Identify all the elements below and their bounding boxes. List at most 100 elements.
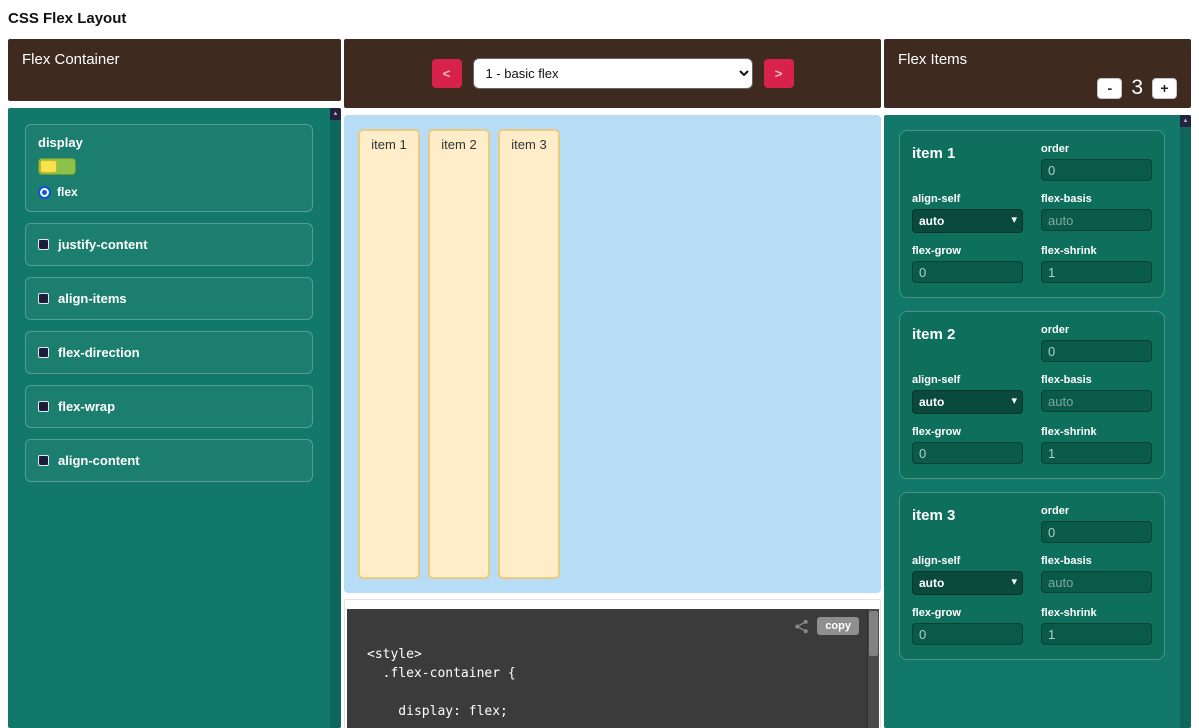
flex-container-panel: Flex Container display flex justify-cont… xyxy=(8,39,341,728)
flex-direction-label: flex-direction xyxy=(58,345,140,360)
copy-button[interactable]: copy xyxy=(817,617,859,635)
item-count-controls: - 3 + xyxy=(1097,76,1177,100)
preview-panel: < 1 - basic flex > item 1 item 2 item 3 … xyxy=(344,39,881,728)
order-label: order xyxy=(1041,324,1152,336)
flex-shrink-label: flex-shrink xyxy=(1041,426,1152,438)
flex-container-header: Flex Container xyxy=(8,39,341,101)
align-self-label: align-self xyxy=(912,555,1023,567)
flex-container-title: Flex Container xyxy=(22,51,120,68)
flex-wrap-label: flex-wrap xyxy=(58,399,115,414)
item-name: item 3 xyxy=(912,507,1023,543)
flex-preview: item 1 item 2 item 3 xyxy=(344,115,881,593)
align-content-checkbox[interactable] xyxy=(38,455,49,466)
item-name: item 2 xyxy=(912,326,1023,362)
flex-basis-label: flex-basis xyxy=(1041,193,1152,205)
flex-items-title: Flex Items xyxy=(898,51,1177,68)
flex-basis-field: flex-basis xyxy=(1041,555,1152,595)
scroll-up-icon: ▲ xyxy=(1180,115,1191,127)
align-self-label: align-self xyxy=(912,193,1023,205)
align-content-label: align-content xyxy=(58,453,140,468)
item-card-3: item 3 order align-self auto xyxy=(899,492,1165,660)
share-icon[interactable] xyxy=(794,619,809,634)
example-nav-bar: < 1 - basic flex > xyxy=(344,39,881,108)
flex-grow-label: flex-grow xyxy=(912,245,1023,257)
align-self-label: align-self xyxy=(912,374,1023,386)
flex-basis-field: flex-basis xyxy=(1041,193,1152,233)
left-panel-scrollbar[interactable]: ▲ xyxy=(330,108,341,728)
flex-shrink-input[interactable] xyxy=(1041,442,1152,464)
align-self-select-wrap: auto xyxy=(912,571,1023,595)
order-field: order xyxy=(1041,324,1152,362)
scroll-up-icon: ▲ xyxy=(330,108,341,120)
align-self-select[interactable]: auto xyxy=(912,571,1023,595)
flex-shrink-field: flex-shrink xyxy=(1041,607,1152,645)
display-flex-option[interactable]: flex xyxy=(38,185,300,199)
display-label: display xyxy=(38,135,300,150)
flex-direction-checkbox[interactable] xyxy=(38,347,49,358)
right-panel-scrollbar[interactable]: ▲ xyxy=(1180,115,1191,728)
code-scroll-thumb[interactable] xyxy=(869,611,878,656)
flex-grow-label: flex-grow xyxy=(912,607,1023,619)
align-self-field: align-self auto xyxy=(912,193,1023,233)
flex-grow-input[interactable] xyxy=(912,261,1023,283)
flex-wrap-group[interactable]: flex-wrap xyxy=(25,385,313,428)
flex-items-header: Flex Items - 3 + xyxy=(884,39,1191,108)
display-toggle[interactable] xyxy=(38,158,76,175)
align-items-label: align-items xyxy=(58,291,127,306)
item-card-2: item 2 order align-self auto xyxy=(899,311,1165,479)
flex-shrink-input[interactable] xyxy=(1041,623,1152,645)
flex-basis-input[interactable] xyxy=(1041,571,1152,593)
flex-shrink-field: flex-shrink xyxy=(1041,245,1152,283)
flex-items-panel: Flex Items - 3 + item 1 order align-self xyxy=(884,39,1191,728)
align-self-select-wrap: auto xyxy=(912,390,1023,414)
code-area: <style> .flex-container { display: flex;… xyxy=(347,609,879,728)
display-group: display flex xyxy=(25,124,313,212)
code-tools: copy xyxy=(794,617,859,635)
page-title: CSS Flex Layout xyxy=(0,0,1199,39)
flex-items-body: item 1 order align-self auto xyxy=(884,115,1191,728)
preview-item-2: item 2 xyxy=(428,129,490,579)
flex-radio[interactable] xyxy=(38,186,51,199)
flex-grow-field: flex-grow xyxy=(912,426,1023,464)
flex-grow-input[interactable] xyxy=(912,442,1023,464)
align-self-select-wrap: auto xyxy=(912,209,1023,233)
order-input[interactable] xyxy=(1041,159,1152,181)
align-self-field: align-self auto xyxy=(912,374,1023,414)
align-self-field: align-self auto xyxy=(912,555,1023,595)
remove-item-button[interactable]: - xyxy=(1097,78,1122,99)
align-self-select[interactable]: auto xyxy=(912,209,1023,233)
add-item-button[interactable]: + xyxy=(1152,78,1177,99)
justify-content-checkbox[interactable] xyxy=(38,239,49,250)
flex-shrink-field: flex-shrink xyxy=(1041,426,1152,464)
flex-direction-group[interactable]: flex-direction xyxy=(25,331,313,374)
order-input[interactable] xyxy=(1041,340,1152,362)
example-select[interactable]: 1 - basic flex xyxy=(473,58,753,89)
align-self-select[interactable]: auto xyxy=(912,390,1023,414)
justify-content-label: justify-content xyxy=(58,237,148,252)
flex-basis-label: flex-basis xyxy=(1041,555,1152,567)
order-input[interactable] xyxy=(1041,521,1152,543)
flex-grow-label: flex-grow xyxy=(912,426,1023,438)
toggle-knob-icon xyxy=(40,160,57,173)
flex-shrink-input[interactable] xyxy=(1041,261,1152,283)
preview-item-1: item 1 xyxy=(358,129,420,579)
flex-grow-field: flex-grow xyxy=(912,607,1023,645)
flex-basis-field: flex-basis xyxy=(1041,374,1152,414)
justify-content-group[interactable]: justify-content xyxy=(25,223,313,266)
code-scrollbar[interactable] xyxy=(867,609,879,728)
flex-wrap-checkbox[interactable] xyxy=(38,401,49,412)
flex-basis-input[interactable] xyxy=(1041,390,1152,412)
flex-basis-label: flex-basis xyxy=(1041,374,1152,386)
prev-example-button[interactable]: < xyxy=(432,59,462,88)
order-field: order xyxy=(1041,143,1152,181)
flex-container-body: display flex justify-content align-items xyxy=(8,108,341,728)
align-items-checkbox[interactable] xyxy=(38,293,49,304)
align-content-group[interactable]: align-content xyxy=(25,439,313,482)
align-items-group[interactable]: align-items xyxy=(25,277,313,320)
main-layout: Flex Container display flex justify-cont… xyxy=(0,39,1199,728)
order-label: order xyxy=(1041,505,1152,517)
next-example-button[interactable]: > xyxy=(764,59,794,88)
flex-grow-input[interactable] xyxy=(912,623,1023,645)
flex-radio-label: flex xyxy=(57,185,78,199)
flex-basis-input[interactable] xyxy=(1041,209,1152,231)
